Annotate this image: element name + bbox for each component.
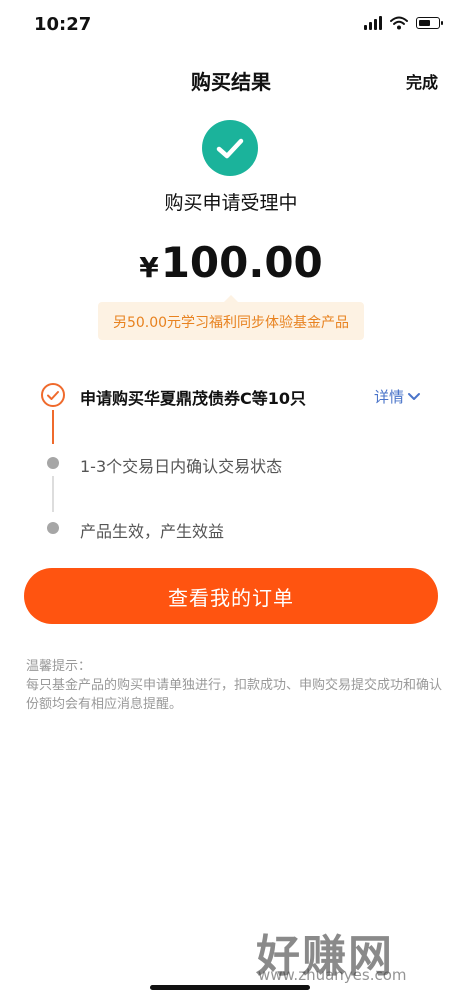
signal-icon [364, 16, 382, 30]
status-time: 10:27 [34, 14, 92, 35]
step-dot-3 [47, 522, 59, 534]
status-bar: 10:27 [0, 0, 462, 52]
purchase-amount: ¥100.00 [0, 238, 462, 287]
step-connector-active [52, 410, 54, 444]
amount-value: 100.00 [160, 238, 323, 287]
wifi-icon [390, 16, 408, 30]
tip-title: 温馨提示： [26, 659, 92, 674]
step-text-2: 1-3个交易日内确认交易状态 [80, 457, 283, 476]
watermark-url: www.zhuanyes.com [258, 966, 407, 984]
detail-link[interactable]: 详情 [374, 386, 421, 407]
status-icons [364, 16, 443, 30]
step-text-3: 产品生效，产生效益 [80, 522, 225, 541]
result-status-title: 购买申请受理中 [164, 192, 298, 214]
view-my-orders-button[interactable]: 查看我的订单 [24, 568, 438, 624]
bonus-text: 另50.00元学习福利同步体验基金产品 [112, 315, 350, 331]
currency-symbol: ¥ [139, 251, 159, 284]
chevron-down-icon [408, 392, 421, 400]
step-dot-2 [47, 457, 59, 469]
step-text-1: 申请购买华夏鼎茂债券C等10只 [80, 389, 307, 408]
battery-icon [416, 17, 443, 29]
tip-body: 每只基金产品的购买申请单独进行，扣款成功、申购交易提交成功和确认份额均会有相应消… [26, 678, 443, 712]
step-connector [52, 476, 54, 512]
success-check-icon [202, 120, 258, 176]
detail-label: 详情 [374, 388, 405, 406]
done-button[interactable]: 完成 [406, 69, 438, 93]
home-indicator [150, 985, 310, 990]
step-active-check-icon [41, 383, 65, 407]
page-title: 购买结果 [191, 70, 271, 94]
bonus-notice: 另50.00元学习福利同步体验基金产品 [98, 295, 364, 340]
